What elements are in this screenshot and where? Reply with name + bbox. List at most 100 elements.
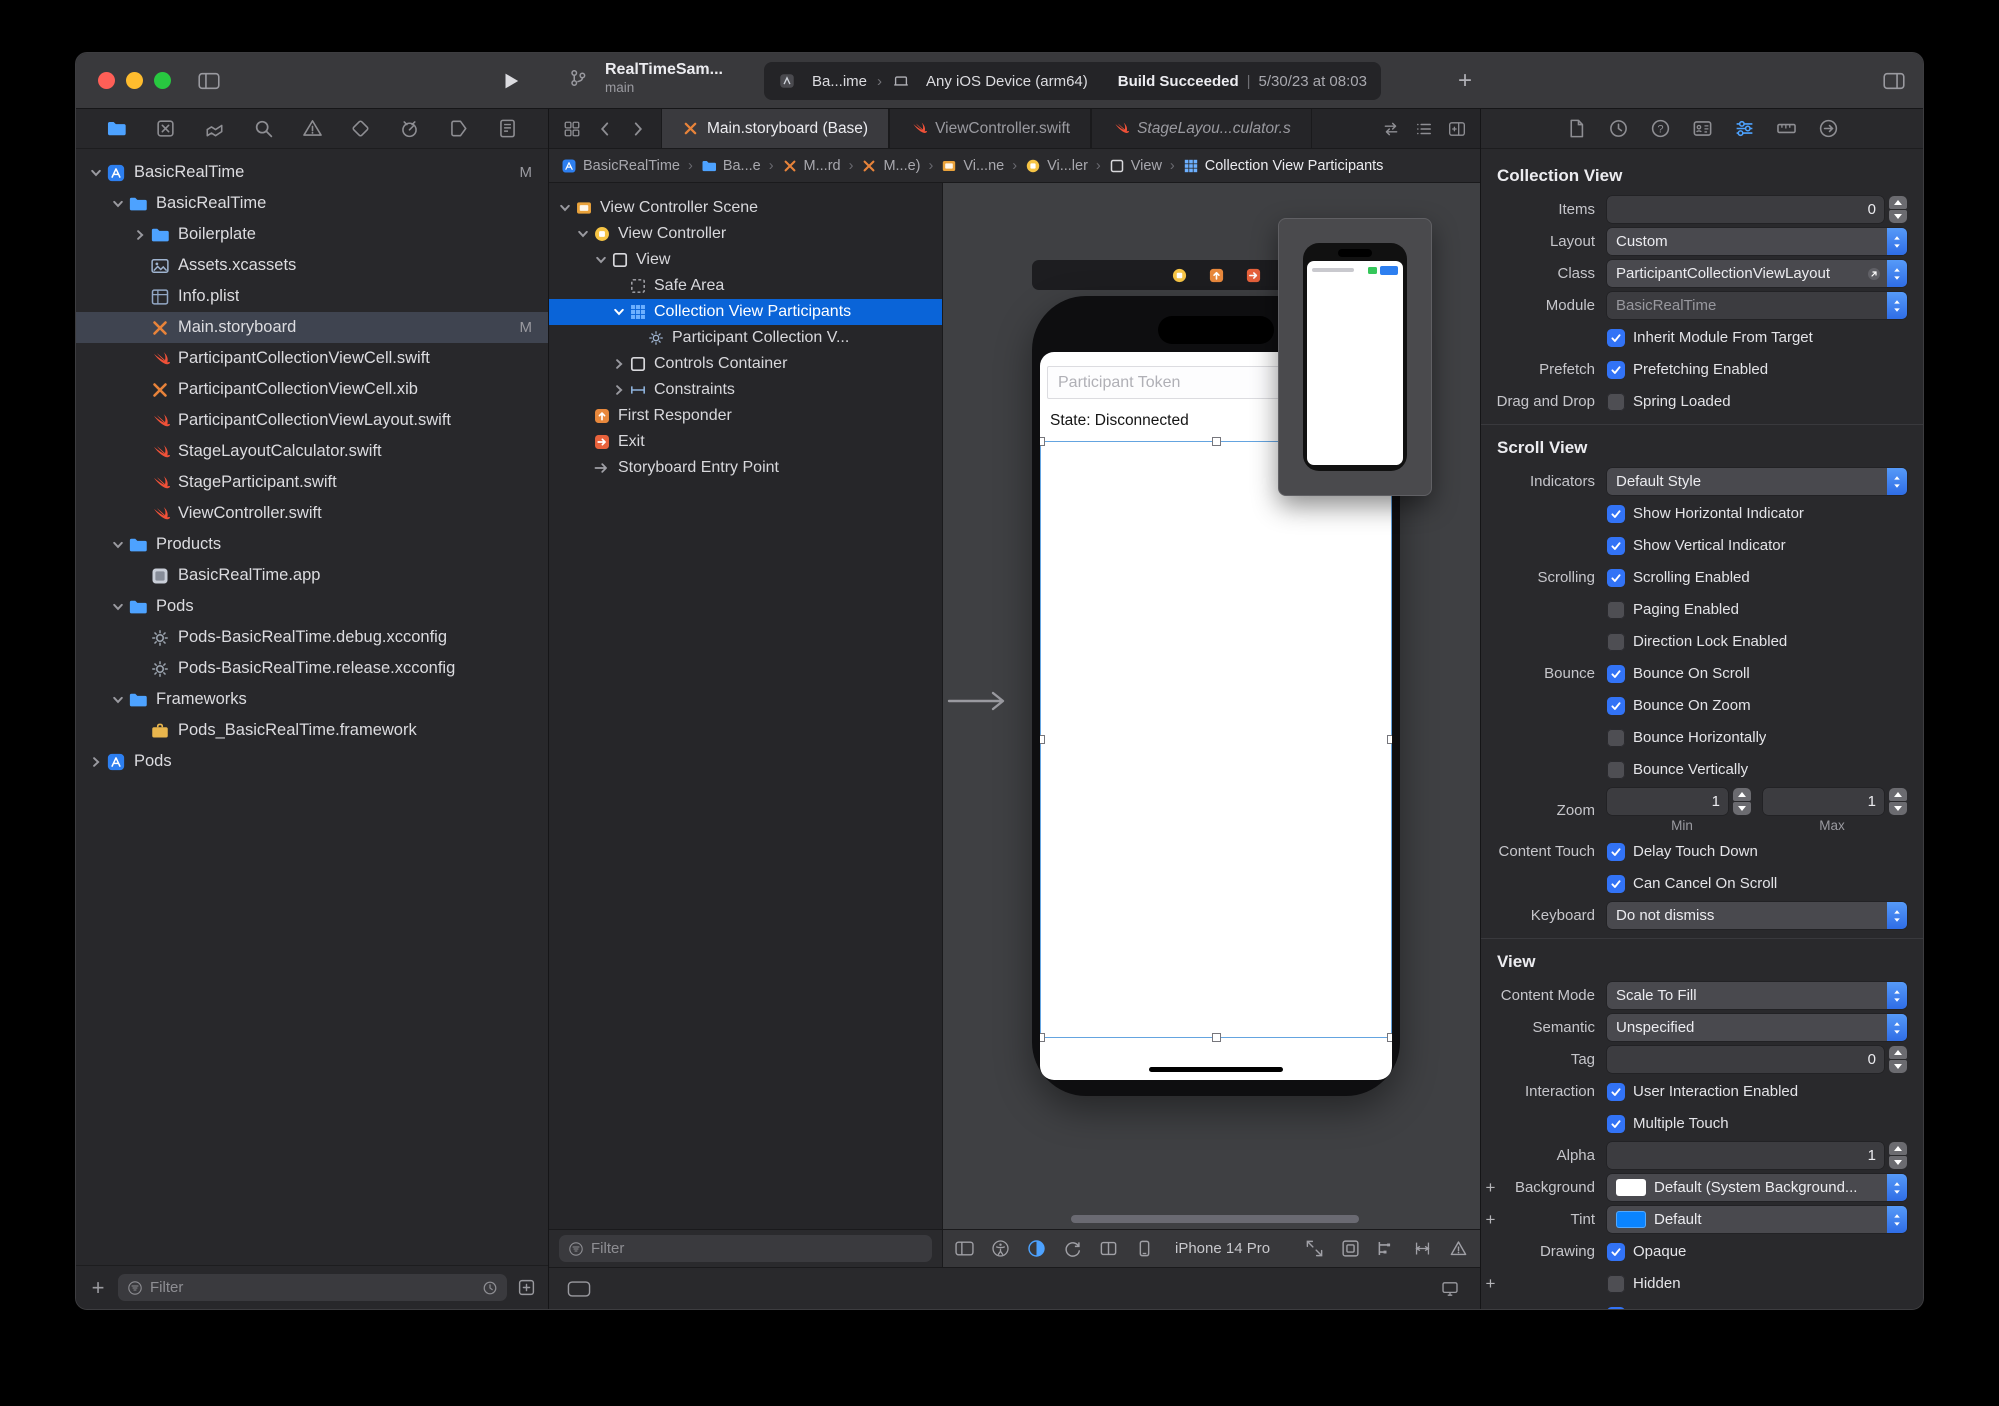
build-status[interactable]: Build Succeeded | 5/30/23 at 08:03 (1118, 73, 1367, 90)
disclosure-triangle-icon[interactable] (108, 601, 128, 613)
breadcrumb-item[interactable]: View (1109, 158, 1162, 174)
checkbox[interactable] (1607, 504, 1625, 523)
navigator-tab-source-control-icon[interactable] (155, 118, 176, 139)
outline-row[interactable]: Participant Collection V... (549, 325, 942, 351)
breadcrumb-item[interactable]: BasicRealTime (561, 158, 680, 174)
checkbox[interactable] (1607, 392, 1625, 411)
value-field[interactable]: 0 (1607, 1046, 1884, 1073)
editor-options-icon[interactable] (1415, 120, 1433, 138)
navigator-tab-tests-icon[interactable] (350, 118, 371, 139)
embed-icon[interactable] (1341, 1239, 1360, 1258)
fit-icon[interactable] (1305, 1239, 1324, 1258)
file-row[interactable]: Assets.xcassets (76, 250, 548, 281)
stepper-down[interactable] (1889, 1156, 1907, 1169)
disclosure-triangle-icon[interactable] (573, 228, 593, 240)
scheme-name[interactable]: Ba...ime (812, 73, 867, 90)
pin-icon[interactable] (1413, 1239, 1432, 1258)
outline-row[interactable]: Collection View Participants (549, 299, 942, 325)
file-row[interactable]: Main.storyboard M (76, 312, 548, 343)
resize-handle[interactable] (1211, 1033, 1221, 1042)
accessibility-icon[interactable] (991, 1239, 1010, 1258)
resize-handle[interactable] (1040, 1033, 1045, 1042)
navigator-tab-debug-icon[interactable] (399, 118, 420, 139)
outline-row[interactable]: Controls Container (549, 351, 942, 377)
jump-to-class-icon[interactable] (1866, 266, 1882, 282)
source-control-summary[interactable]: RealTimeSam... main (568, 61, 723, 95)
stepper[interactable] (1889, 1046, 1907, 1073)
stepper-down[interactable] (1889, 210, 1907, 223)
navigator-tab-breakpoints-icon[interactable] (448, 118, 469, 139)
popup-button[interactable]: Default Style (1607, 468, 1907, 495)
breadcrumb-item[interactable]: M...rd (782, 158, 841, 174)
editor-tab[interactable]: ViewController.swift (889, 109, 1092, 148)
navigator-filter-field[interactable]: Filter (118, 1274, 507, 1301)
stepper-down[interactable] (1889, 802, 1907, 815)
stepper-up[interactable] (1889, 196, 1907, 209)
add-file-button[interactable]: + (88, 1275, 108, 1301)
zoom-window-button[interactable] (154, 72, 171, 89)
add-attribute-button[interactable]: + (1484, 1178, 1497, 1198)
file-row[interactable]: StageParticipant.swift (76, 467, 548, 498)
editor-tab[interactable]: Main.storyboard (Base) (661, 109, 890, 148)
inspector-tab-file-icon[interactable] (1566, 118, 1587, 139)
editor-panel-icon[interactable] (955, 1239, 974, 1258)
file-row[interactable]: ParticipantCollectionViewCell.xib (76, 374, 548, 405)
display-settings-icon[interactable] (1438, 1280, 1462, 1298)
resize-handle[interactable] (1387, 1033, 1392, 1042)
device-icon[interactable] (1135, 1239, 1154, 1258)
resolve-icon[interactable] (1449, 1239, 1468, 1258)
checkbox[interactable] (1607, 1082, 1625, 1101)
stepper[interactable] (1733, 788, 1751, 815)
close-window-button[interactable] (98, 72, 115, 89)
stepper-up[interactable] (1889, 788, 1907, 801)
popup-button[interactable]: Scale To Fill (1607, 982, 1907, 1009)
stepper-up[interactable] (1889, 1046, 1907, 1059)
file-row[interactable]: StageLayoutCalculator.swift (76, 436, 548, 467)
stepper[interactable] (1889, 788, 1907, 815)
exit-icon[interactable] (1245, 267, 1262, 284)
related-items-icon[interactable] (563, 120, 581, 138)
zoom-min-field[interactable]: 1 (1607, 788, 1728, 815)
scheme-and-build-status[interactable]: Ba...ime › Any iOS Device (arm64) Build … (764, 62, 1381, 100)
inspector-tab-history-icon[interactable] (1608, 118, 1629, 139)
value-field[interactable]: 0 (1607, 196, 1884, 223)
file-row[interactable]: BasicRealTime.app (76, 560, 548, 591)
checkbox[interactable] (1607, 360, 1625, 379)
file-row[interactable]: Products (76, 529, 548, 560)
disclosure-triangle-icon[interactable] (108, 694, 128, 706)
device-name[interactable]: iPhone 14 Pro (1175, 1240, 1270, 1257)
view-controller-icon[interactable] (1171, 267, 1188, 284)
rotate-device-icon[interactable] (1063, 1239, 1082, 1258)
disclosure-triangle-icon[interactable] (609, 384, 629, 396)
outline-row[interactable]: Safe Area (549, 273, 942, 299)
stepper-up[interactable] (1733, 788, 1751, 801)
device-preview-panel[interactable] (1278, 218, 1432, 496)
file-row[interactable]: ParticipantCollectionViewCell.swift (76, 343, 548, 374)
collection-view-selection[interactable] (1040, 437, 1392, 1042)
checkbox[interactable] (1607, 1242, 1625, 1261)
file-row[interactable]: ViewController.swift (76, 498, 548, 529)
outline-row[interactable]: View Controller (549, 221, 942, 247)
checkbox[interactable] (1607, 1306, 1625, 1309)
popup-button[interactable]: ParticipantCollectionViewLayout (1607, 260, 1907, 287)
storyboard-canvas[interactable]: Participant Token State: Disconnected (943, 183, 1480, 1229)
navigator-toggle-icon[interactable] (198, 70, 220, 92)
file-row[interactable]: Pods (76, 591, 548, 622)
inspector-tab-identity-icon[interactable] (1692, 118, 1713, 139)
stepper-up[interactable] (1889, 1142, 1907, 1155)
outline-row[interactable]: Exit (549, 429, 942, 455)
add-attribute-button[interactable]: + (1484, 1210, 1497, 1230)
run-destination[interactable]: Any iOS Device (arm64) (926, 73, 1088, 90)
file-row[interactable]: ParticipantCollectionViewLayout.swift (76, 405, 548, 436)
resize-handle[interactable] (1040, 437, 1045, 446)
new-tab-button[interactable]: + (1452, 67, 1478, 95)
popup-button[interactable]: BasicRealTime (1607, 292, 1907, 319)
file-row[interactable]: Frameworks (76, 684, 548, 715)
scm-status-filter-icon[interactable] (517, 1278, 536, 1297)
resize-handle[interactable] (1211, 437, 1221, 446)
popup-button[interactable]: Do not dismiss (1607, 902, 1907, 929)
stepper[interactable] (1889, 1142, 1907, 1169)
navigator-tab-project-icon[interactable] (106, 118, 127, 139)
editor-tab[interactable]: StageLayou...culator.s (1091, 109, 1312, 148)
checkbox[interactable] (1607, 632, 1625, 651)
